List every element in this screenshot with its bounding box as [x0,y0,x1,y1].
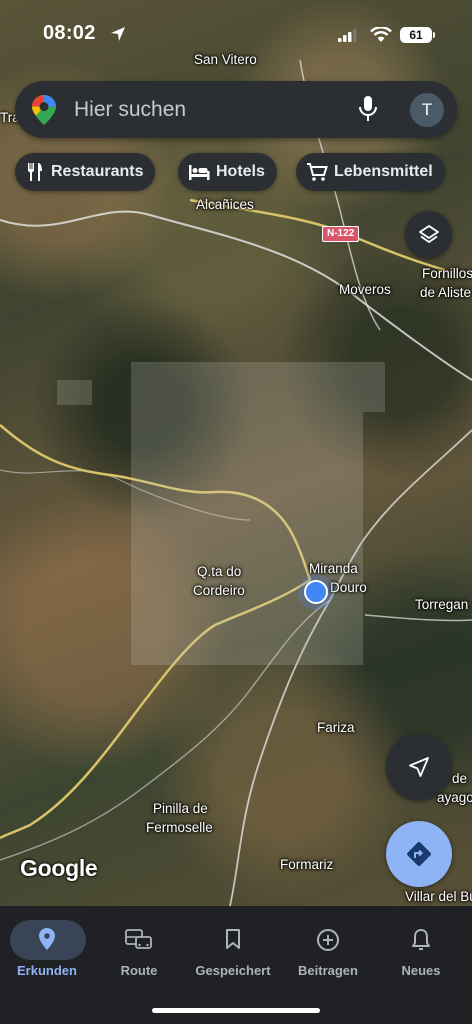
status-time: 08:02 [43,22,96,44]
place-label[interactable]: Alcañices [196,197,254,213]
nav-label: Erkunden [17,963,77,978]
battery-icon: 61 [400,27,432,43]
nav-label: Beitragen [298,963,358,978]
layers-button[interactable] [405,211,452,258]
place-label[interactable]: Pinilla de [153,801,208,817]
search-bar[interactable]: T [15,81,457,138]
chip-label: Hotels [216,163,265,180]
place-label[interactable]: Q.ta do [197,564,241,580]
account-avatar[interactable]: T [410,93,444,127]
imagery-overlay [363,362,385,412]
bottom-navigation: Erkunden Route Gespeichert Beitragen Neu… [0,906,472,1024]
my-location-button[interactable] [386,734,452,800]
directions-button[interactable] [386,821,452,887]
road-badge: N-122 [322,226,360,242]
chip-restaurants[interactable]: Restaurants [15,153,156,191]
place-label[interactable]: ayago [437,790,472,806]
battery-nub [433,32,435,38]
nav-label: Route [120,963,158,978]
bell-icon [412,929,430,950]
nav-label: Gespeichert [195,963,271,978]
navigation-arrow-icon [409,757,429,777]
place-label[interactable]: Villar del Bu [405,889,472,905]
nav-gespeichert[interactable]: Gespeichert [188,914,278,984]
location-pin-icon [39,928,55,950]
location-arrow-icon [111,27,125,41]
place-label[interactable]: Fermoselle [146,820,213,836]
cart-icon [307,163,328,181]
chip-label: Lebensmittel [334,163,433,180]
nav-erkunden[interactable]: Erkunden [2,914,92,984]
place-label[interactable]: Cordeiro [193,583,245,599]
place-label[interactable]: Douro [330,580,367,596]
microphone-icon[interactable] [358,95,378,123]
place-label[interactable]: Fornillos [422,266,472,282]
google-maps-logo-icon [32,95,56,125]
place-label[interactable]: Fariza [317,720,355,736]
bed-icon [189,165,210,180]
chip-hotels[interactable]: Hotels [178,153,277,191]
home-indicator[interactable] [152,1008,320,1013]
layers-icon [418,224,439,243]
nav-label: Neues [401,963,441,978]
place-label[interactable]: de [452,771,467,787]
nav-route[interactable]: Route [94,914,184,984]
search-input[interactable] [72,96,336,124]
nav-beitragen[interactable]: Beitragen [283,914,373,984]
commute-icon [125,929,152,949]
directions-icon [407,842,431,866]
add-circle-icon [317,929,339,951]
place-label[interactable]: Torregan [415,597,468,613]
google-attribution: Google [20,855,98,881]
imagery-overlay [131,362,363,665]
imagery-overlay [57,380,92,405]
chip-label: Restaurants [51,163,144,180]
my-location-dot [304,580,328,604]
place-label[interactable]: de Aliste [420,285,471,301]
bookmark-icon [226,929,240,949]
fork-knife-icon [28,163,42,181]
place-label[interactable]: Formariz [280,857,333,873]
wifi-icon [370,27,392,42]
nav-neues[interactable]: Neues [376,914,466,984]
signal-icon [338,29,357,42]
chip-lebensmittel[interactable]: Lebensmittel [296,153,445,191]
place-label[interactable]: Miranda [309,561,358,577]
status-bar: 08:02 61 [0,0,472,70]
place-label[interactable]: Moveros [339,282,391,298]
